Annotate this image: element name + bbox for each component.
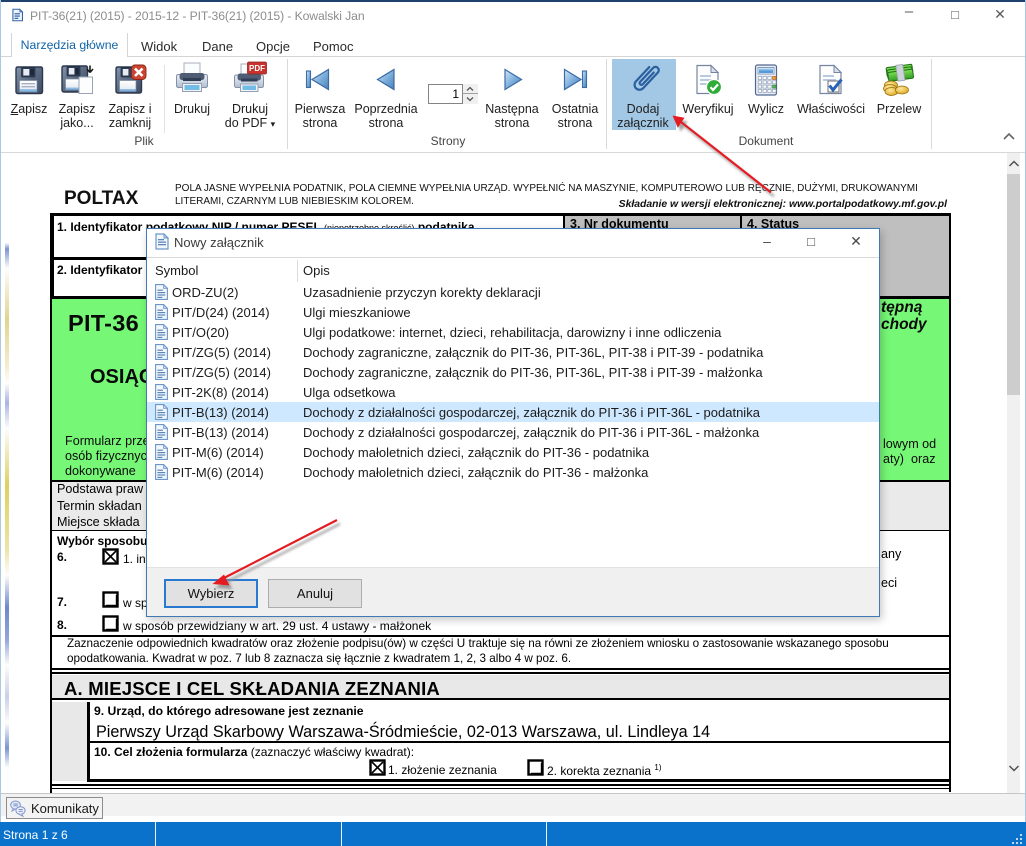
svg-text:PDF: PDF (249, 64, 265, 73)
